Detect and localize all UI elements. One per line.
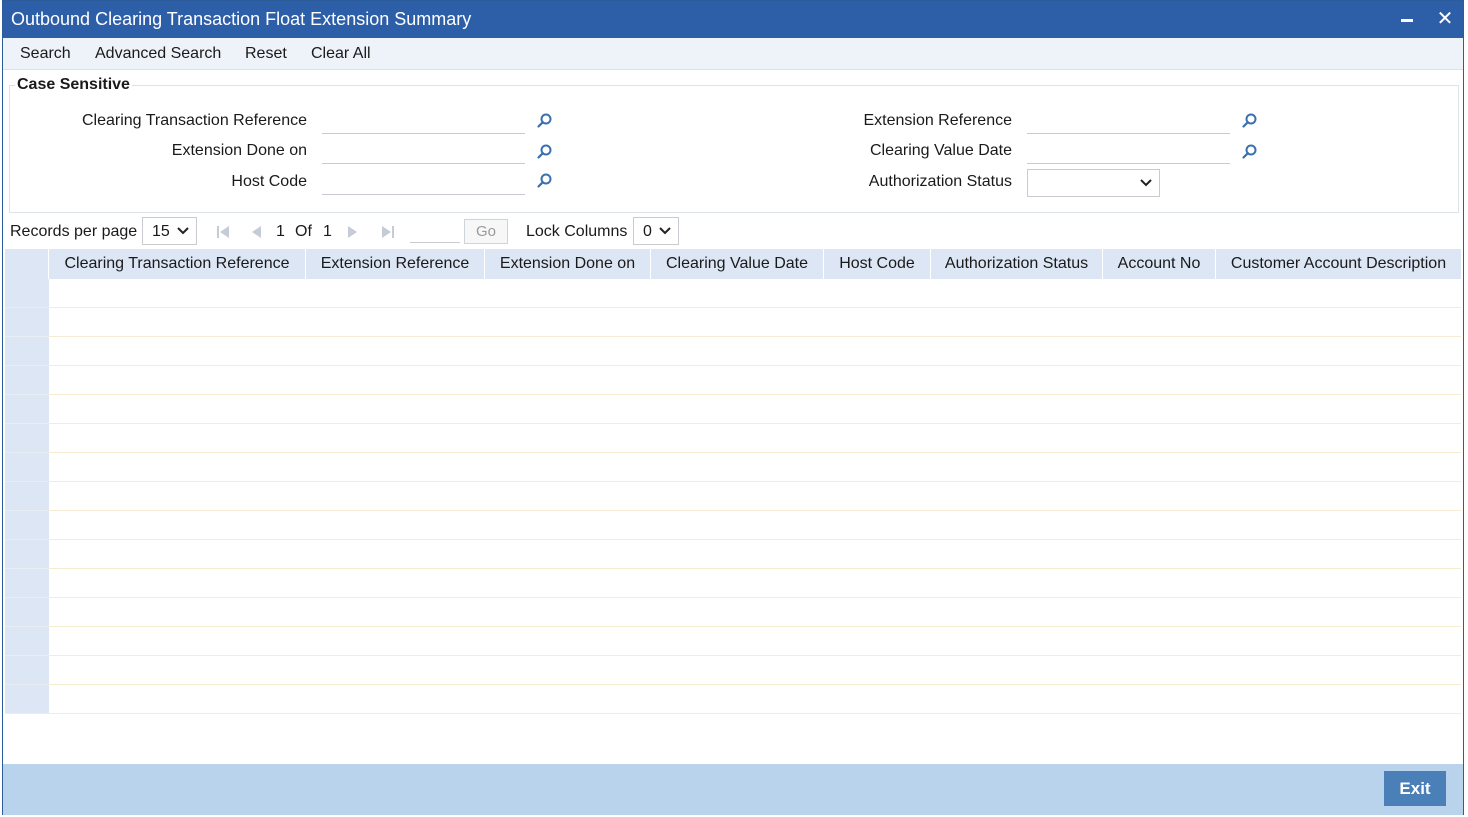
window-title: Outbound Clearing Transaction Float Exte…	[11, 9, 472, 29]
last-page-icon[interactable]	[380, 224, 396, 245]
host-code-input[interactable]	[322, 171, 525, 195]
column-header[interactable]: Customer Account Description	[1216, 249, 1461, 279]
results-table: Clearing Transaction Reference Extension…	[5, 249, 1461, 714]
close-icon[interactable]: ✕	[1433, 7, 1457, 31]
clear-all-button[interactable]: Clear All	[311, 45, 371, 63]
extension-ref-label: Extension Reference	[863, 112, 1012, 129]
table-row[interactable]	[49, 366, 1461, 395]
exit-button[interactable]: Exit	[1384, 771, 1446, 806]
row-selector[interactable]	[5, 540, 49, 569]
lock-columns-value: 0	[643, 223, 652, 240]
lock-columns-label: Lock Columns	[526, 223, 628, 240]
pagination-bar: Records per page 15 1 Of 1 Go Lock Colum…	[3, 216, 1463, 248]
chevron-down-icon	[658, 224, 672, 243]
case-sensitive-legend: Case Sensitive	[15, 76, 132, 94]
row-selector[interactable]	[5, 453, 49, 482]
of-label: Of	[295, 223, 312, 240]
row-selector[interactable]	[5, 656, 49, 685]
search-lens-icon[interactable]	[1241, 143, 1259, 161]
records-per-page-select[interactable]: 15	[142, 217, 197, 245]
row-selector[interactable]	[5, 511, 49, 540]
column-header[interactable]: Extension Reference	[306, 249, 485, 279]
row-selector[interactable]	[5, 598, 49, 627]
extension-ref-input[interactable]	[1027, 110, 1230, 134]
extension-done-on-input[interactable]	[322, 140, 525, 164]
clearing-value-date-label: Clearing Value Date	[869, 142, 1012, 159]
column-header[interactable]: Authorization Status	[931, 249, 1103, 279]
chevron-down-icon	[176, 224, 190, 243]
host-code-label: Host Code	[231, 173, 307, 190]
total-pages: 1	[323, 223, 332, 240]
column-header[interactable]: Account No	[1103, 249, 1216, 279]
table-row[interactable]	[49, 453, 1461, 482]
clearing-txn-ref-label: Clearing Transaction Reference	[81, 112, 307, 129]
current-page: 1	[276, 223, 285, 240]
row-selector[interactable]	[5, 395, 49, 424]
search-lens-icon[interactable]	[536, 112, 554, 130]
table-row[interactable]	[49, 598, 1461, 627]
row-selector[interactable]	[5, 482, 49, 511]
row-selector[interactable]	[5, 627, 49, 656]
table-row[interactable]	[49, 569, 1461, 598]
column-header[interactable]: Clearing Value Date	[651, 249, 824, 279]
previous-page-icon[interactable]	[249, 224, 263, 245]
column-header[interactable]: Host Code	[824, 249, 931, 279]
search-lens-icon[interactable]	[1241, 112, 1259, 130]
clearing-value-date-input[interactable]	[1027, 140, 1230, 164]
row-selector[interactable]	[5, 424, 49, 453]
authorization-status-select[interactable]	[1027, 169, 1160, 197]
table-row[interactable]	[49, 511, 1461, 540]
column-header[interactable]: Extension Done on	[485, 249, 651, 279]
row-selector[interactable]	[5, 569, 49, 598]
search-button[interactable]: Search	[20, 45, 71, 63]
table-header: Clearing Transaction Reference Extension…	[5, 249, 1461, 279]
table-row[interactable]	[49, 337, 1461, 366]
records-per-page-label: Records per page	[10, 223, 138, 240]
goto-page-input[interactable]	[410, 221, 460, 243]
row-selector[interactable]	[5, 685, 49, 714]
minimize-icon[interactable]	[1395, 7, 1419, 31]
row-selector[interactable]	[5, 308, 49, 337]
table-row[interactable]	[49, 627, 1461, 656]
table-row[interactable]	[49, 482, 1461, 511]
search-lens-icon[interactable]	[536, 143, 554, 161]
row-selector[interactable]	[5, 366, 49, 395]
next-page-icon[interactable]	[346, 224, 360, 245]
extension-done-on-label: Extension Done on	[171, 142, 307, 159]
clearing-txn-ref-input[interactable]	[322, 110, 525, 134]
title-bar: Outbound Clearing Transaction Float Exte…	[3, 1, 1463, 38]
advanced-search-button[interactable]: Advanced Search	[95, 45, 221, 63]
chevron-down-icon	[1139, 176, 1153, 195]
table-row[interactable]	[49, 656, 1461, 685]
records-per-page-value: 15	[152, 223, 170, 240]
go-button[interactable]: Go	[464, 219, 508, 244]
table-row[interactable]	[49, 424, 1461, 453]
table-row[interactable]	[49, 395, 1461, 424]
table-row[interactable]	[49, 279, 1461, 308]
column-header[interactable]: Clearing Transaction Reference	[49, 249, 306, 279]
footer-bar: Exit	[3, 764, 1463, 815]
select-all-header[interactable]	[5, 249, 49, 279]
table-row[interactable]	[49, 308, 1461, 337]
row-selector[interactable]	[5, 279, 49, 308]
summary-window: Outbound Clearing Transaction Float Exte…	[2, 0, 1464, 815]
row-selector[interactable]	[5, 337, 49, 366]
first-page-icon[interactable]	[215, 224, 231, 245]
search-lens-icon[interactable]	[536, 172, 554, 190]
lock-columns-select[interactable]: 0	[633, 217, 679, 245]
table-row[interactable]	[49, 540, 1461, 569]
table-row[interactable]	[49, 685, 1461, 714]
authorization-status-label: Authorization Status	[868, 173, 1012, 190]
reset-button[interactable]: Reset	[245, 45, 287, 63]
toolbar: Search Advanced Search Reset Clear All	[3, 38, 1463, 70]
